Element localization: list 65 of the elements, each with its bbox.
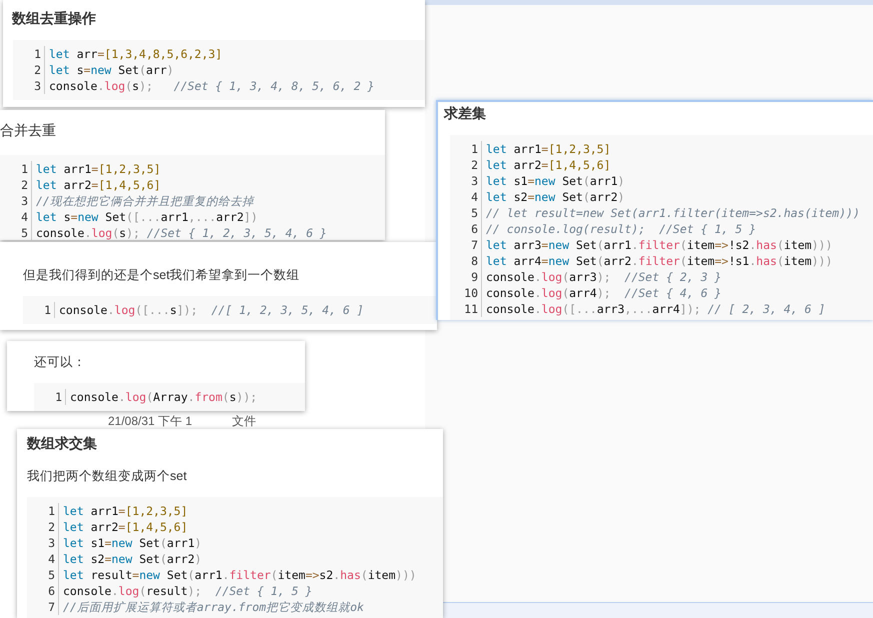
code-line: let s=new Set(arr) bbox=[49, 62, 174, 78]
section-title: 求差集 bbox=[442, 104, 487, 123]
line-number: 6 bbox=[48, 583, 55, 599]
line-number: 9 bbox=[471, 269, 478, 285]
line-number: 11 bbox=[464, 301, 478, 317]
line-number: 4 bbox=[48, 551, 55, 567]
line-number: 5 bbox=[471, 205, 478, 221]
code-line: //现在想把它俩合并并且把重复的给去掉 bbox=[36, 193, 254, 209]
code-line: let arr4=new Set(arr2.filter(item=>!s1.has(item))) bbox=[486, 253, 832, 269]
code-line: let s2=new Set(arr2) bbox=[63, 551, 202, 567]
line-number: 7 bbox=[471, 237, 478, 253]
line-number: 5 bbox=[21, 225, 28, 240]
code-line: let arr1=[1,2,3,5] bbox=[63, 503, 188, 519]
code-line: let arr2=[1,4,5,6] bbox=[63, 519, 188, 535]
code-line: console.log(arr3); //Set { 2, 3 } bbox=[486, 269, 722, 285]
file-type: 文件 bbox=[232, 414, 256, 428]
code-line: console.log(s); //Set { 1, 2, 3, 5, 4, 6 } bbox=[36, 225, 327, 240]
line-number: 6 bbox=[471, 221, 478, 237]
section-title: 合并去重 bbox=[0, 121, 56, 140]
line-number: 1 bbox=[34, 46, 41, 62]
code-line: let arr2=[1,4,5,6] bbox=[486, 157, 611, 173]
line-number: 3 bbox=[34, 78, 41, 94]
line-number: 1 bbox=[21, 161, 28, 177]
line-number: 8 bbox=[471, 253, 478, 269]
line-number: 7 bbox=[48, 599, 55, 615]
code-line: let s=new Set([...arr1,...arr2]) bbox=[36, 209, 258, 225]
line-number: 2 bbox=[48, 519, 55, 535]
line-number: 4 bbox=[471, 189, 478, 205]
code-line: // console.log(result); //Set { 1, 5 } bbox=[486, 221, 756, 237]
code-line: console.log(result); //Set { 1, 5 } bbox=[63, 583, 312, 599]
line-number: 2 bbox=[34, 62, 41, 78]
code-line: let s2=new Set(arr2) bbox=[486, 189, 625, 205]
section-title: 数组求交集 bbox=[26, 434, 98, 453]
code-line: console.log(s); //Set { 1, 3, 4, 8, 5, 6, 2 } bbox=[49, 78, 374, 94]
code-line: let arr3=new Set(arr1.filter(item=>!s2.has(item))) bbox=[486, 237, 832, 253]
code-line: let arr=[1,3,4,8,5,6,2,3] bbox=[49, 46, 222, 62]
line-number: 1 bbox=[55, 389, 62, 405]
section-title: 数组去重操作 bbox=[10, 9, 97, 28]
line-number: 5 bbox=[48, 567, 55, 583]
line-number: 1 bbox=[48, 503, 55, 519]
code-line: let s1=new Set(arr1) bbox=[486, 173, 625, 189]
line-number: 3 bbox=[21, 193, 28, 209]
code-line: let arr2=[1,4,5,6] bbox=[36, 177, 161, 193]
line-number: 2 bbox=[471, 157, 478, 173]
file-date: 21/08/31 下午 1 bbox=[108, 414, 192, 428]
line-number: 10 bbox=[464, 285, 478, 301]
code-line: // let result=new Set(arr1.filter(item=>s2.has(item))) bbox=[486, 205, 860, 221]
code-line: console.log(Array.from(s)); bbox=[70, 389, 258, 405]
code-line: console.log([...arr3,...arr4]); // [ 2, 3, 4, 6 ] bbox=[486, 301, 826, 317]
paragraph: 我们把两个数组变成两个set bbox=[26, 468, 188, 485]
paragraph: 但是我们得到的还是个set我们希望拿到一个数组 bbox=[22, 267, 301, 284]
line-number: 3 bbox=[48, 535, 55, 551]
code-line: console.log([...s]); //[ 1, 2, 3, 5, 4, 6 ] bbox=[59, 302, 364, 318]
line-number: 3 bbox=[471, 173, 478, 189]
code-line: let arr1=[1,2,3,5] bbox=[36, 161, 161, 177]
code-line: console.log(arr4); //Set { 4, 6 } bbox=[486, 285, 722, 301]
line-number: 4 bbox=[21, 209, 28, 225]
line-number: 1 bbox=[471, 141, 478, 157]
code-line: let result=new Set(arr1.filter(item=>s2.has(item))) bbox=[63, 567, 416, 583]
code-line: let s1=new Set(arr1) bbox=[63, 535, 202, 551]
code-line: let arr1=[1,2,3,5] bbox=[486, 141, 611, 157]
paragraph: 还可以： bbox=[33, 354, 87, 371]
line-number: 1 bbox=[44, 302, 51, 318]
code-line: //后面用扩展运算符或者array.from把它变成数组就ok bbox=[63, 599, 364, 615]
line-number: 2 bbox=[21, 177, 28, 193]
